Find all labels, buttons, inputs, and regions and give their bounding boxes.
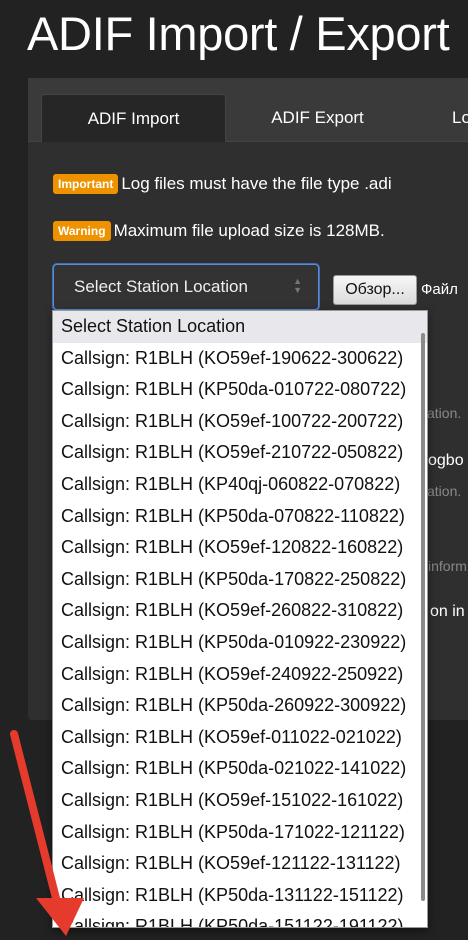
annotation-arrow-icon	[10, 730, 84, 936]
